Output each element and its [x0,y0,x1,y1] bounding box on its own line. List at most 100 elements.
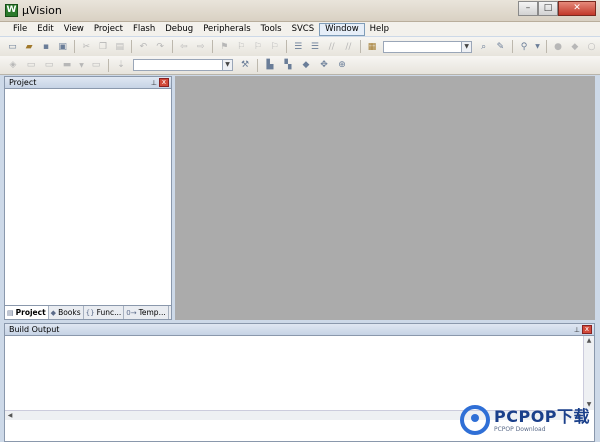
find-in-files-icon[interactable]: ▦ [366,40,378,53]
chevron-down-icon[interactable]: ▼ [222,60,232,70]
pack-installer-icon[interactable]: ◆ [300,59,313,72]
menu-svcs[interactable]: SVCS [287,23,320,36]
nav-forward-icon[interactable]: ⇨ [195,40,207,53]
nav-back-icon[interactable]: ⇦ [178,40,190,53]
editor-area[interactable] [175,76,595,320]
paste-icon[interactable]: ▤ [114,40,126,53]
watermark-sub: PCPOP Download [494,425,546,433]
toolbar-separator [74,40,75,53]
watermark-logo-icon [460,405,490,435]
pin-icon[interactable]: ⊥ [151,78,157,88]
next-bookmark-icon[interactable]: ⚐ [252,40,264,53]
tab-books[interactable]: ◆ Books [49,306,84,319]
vertical-scrollbar[interactable]: ▲ ▼ [583,336,594,410]
tab-project[interactable]: ▤ Project [5,306,49,319]
tab-label: Books [58,307,81,317]
zoom-icon[interactable]: ⚲ [518,40,530,53]
window-controls: – □ ✕ [518,1,596,16]
toolbar-separator [131,40,133,53]
project-pane-title: Project [9,78,37,87]
build-output-title: Build Output [9,325,60,334]
translate-icon[interactable]: ◈ [7,59,20,72]
manage-components-icon[interactable]: ▚ [282,59,295,72]
rebuild-icon[interactable]: ▭ [43,59,56,72]
toolbar-separator [511,40,513,53]
menu-bar: File Edit View Project Flash Debug Perip… [0,22,600,36]
load-icon[interactable]: ⇣ [115,59,128,72]
toolbar-separator [359,40,361,53]
undo-icon[interactable]: ↶ [138,40,150,53]
chevron-down-icon[interactable]: ▼ [461,41,472,52]
tab-label: Temp... [138,307,166,317]
menu-help[interactable]: Help [365,23,394,36]
watermark: PCPOP下载 PCPOP Download [460,402,596,438]
prev-bookmark-icon[interactable]: ⚐ [235,40,247,53]
toolbar-separator [171,40,173,53]
app-icon: W [5,4,18,17]
chevron-down-icon[interactable]: ▼ [79,59,85,72]
cut-icon[interactable]: ✂ [80,40,92,53]
window-title: µVision [22,4,62,17]
books-tab-icon: ◆ [50,308,57,317]
target-select[interactable]: ▼ [133,59,233,71]
watermark-brand: PCPOP下载 [494,406,591,426]
menu-tools[interactable]: Tools [256,23,287,36]
menu-flash[interactable]: Flash [128,23,160,36]
indent-icon[interactable]: ☰ [292,40,304,53]
save-all-icon[interactable]: ▣ [57,40,69,53]
find-combo[interactable]: ▼ [383,40,473,53]
menu-project[interactable]: Project [89,23,128,36]
file-extensions-icon[interactable]: ▙ [264,59,277,72]
build-icon[interactable]: ▭ [25,59,38,72]
menu-debug[interactable]: Debug [160,23,198,36]
breakpoint-icon[interactable]: ◆ [569,40,581,53]
watermark-text: PCPOP下载 PCPOP Download [494,406,591,433]
templates-tab-icon: 0→ [126,308,137,317]
maximize-button[interactable]: □ [538,1,558,16]
unindent-icon[interactable]: ☰ [309,40,321,53]
functions-tab-icon: {} [85,308,95,317]
clear-bookmarks-icon[interactable]: ⚐ [269,40,281,53]
select-software-icon[interactable]: ✥ [318,59,331,72]
comment-icon[interactable]: // [326,40,338,53]
run-time-env-icon[interactable]: ⊕ [336,59,349,72]
download-icon[interactable]: ▭ [90,59,103,72]
toolbar-separator [211,40,213,53]
batch-build-icon[interactable]: ▬ [61,59,74,72]
tab-templates[interactable]: 0→ Temp... [124,306,169,319]
menu-view[interactable]: View [59,23,89,36]
open-folder-icon[interactable]: ▰ [23,40,35,53]
pin-icon[interactable]: ⊥ [574,325,580,335]
scroll-left-icon[interactable]: ◀ [5,411,15,420]
redo-icon[interactable]: ↷ [154,40,166,53]
tab-functions[interactable]: {} Func... [84,306,125,319]
debug-start-icon[interactable]: ● [552,40,564,53]
breakpoint-disable-icon[interactable]: ○ [586,40,598,53]
scroll-up-icon[interactable]: ▲ [584,336,594,346]
chevron-down-icon[interactable]: ▼ [535,40,540,53]
save-icon[interactable]: ▪ [40,40,52,53]
menu-window[interactable]: Window [319,22,365,36]
toolbar-separator [108,58,109,72]
project-pane-tabs: ▤ Project ◆ Books {} Func... 0→ Temp... [5,305,171,319]
tab-label: Func... [96,307,122,317]
close-window-button[interactable]: ✕ [558,1,596,16]
incremental-find-icon[interactable]: ✎ [494,40,506,53]
menu-edit[interactable]: Edit [32,23,58,36]
menu-peripherals[interactable]: Peripherals [198,23,255,36]
project-pane: Project ⊥ x ▤ Project ◆ Books {} Func...… [4,76,172,320]
uncomment-icon[interactable]: // [343,40,355,53]
project-tab-icon: ▤ [7,308,14,317]
copy-icon[interactable]: ❐ [97,40,109,53]
bookmark-icon[interactable]: ⚑ [218,40,230,53]
menu-file[interactable]: File [8,23,32,36]
target-options-icon[interactable]: ⚒ [239,59,252,72]
build-toolbar: ◈ ▭ ▭ ▬ ▼ ▭ ⇣ ▼ ⚒ ▙ ▚ ◆ ✥ ⊕ [0,56,600,75]
find-icon[interactable]: ⌕ [478,40,490,53]
close-icon[interactable]: x [159,78,169,87]
tab-label: Project [15,307,46,317]
minimize-button[interactable]: – [518,1,538,16]
new-file-icon[interactable]: ▭ [7,40,19,53]
title-bar: W µVision – □ ✕ [0,0,600,22]
close-icon[interactable]: x [582,325,592,334]
